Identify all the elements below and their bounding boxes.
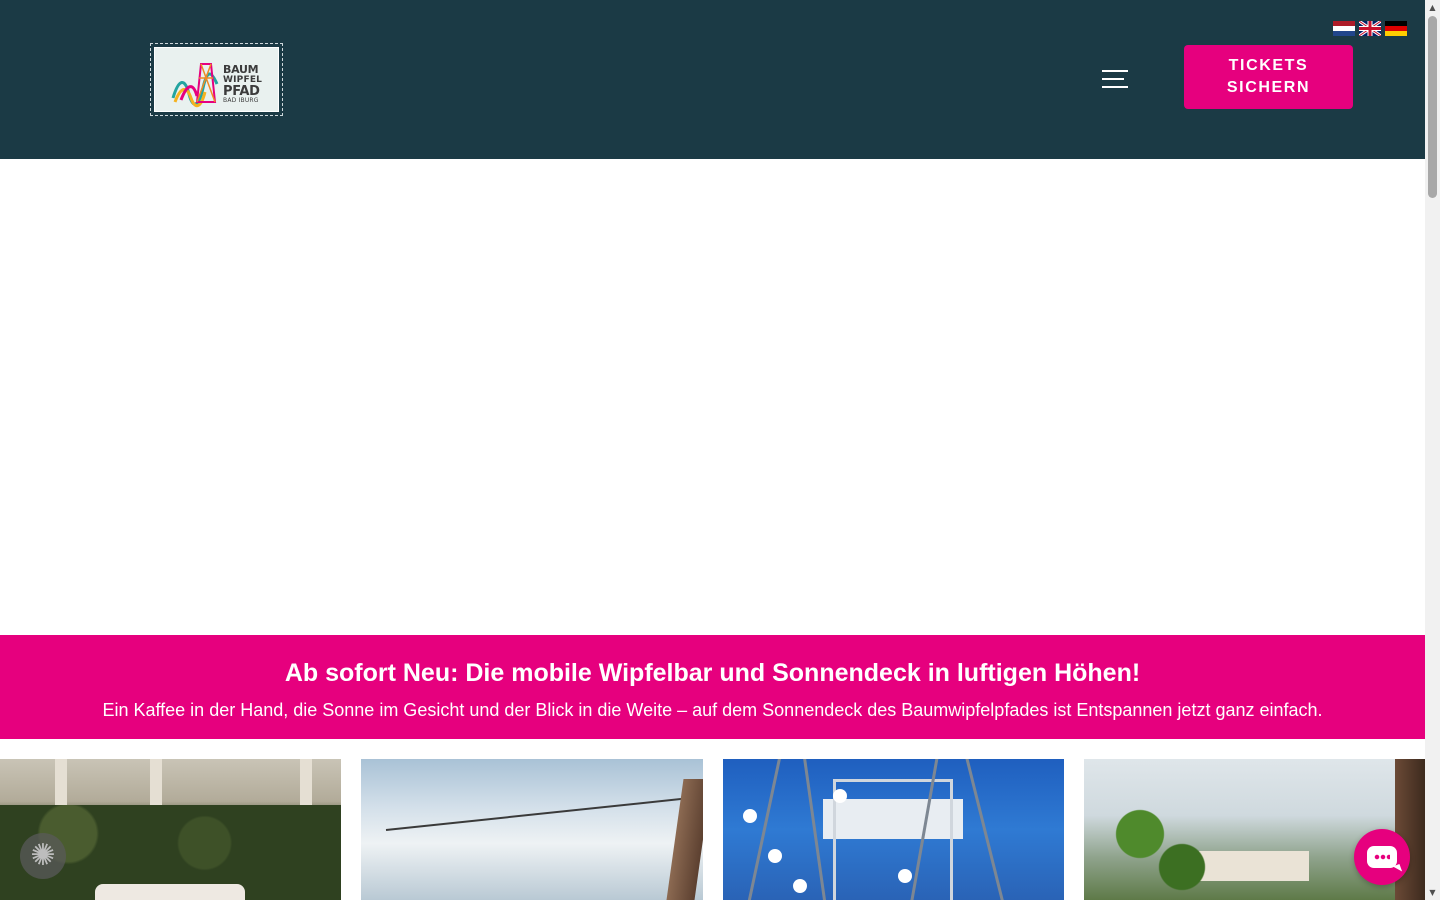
image-gallery	[0, 759, 1425, 900]
logo-line-3: PFAD	[223, 84, 260, 99]
logo-wordmark: BAUM WIPFEL PFAD BAD IBURG	[223, 64, 262, 104]
flag-germany-icon[interactable]	[1385, 21, 1407, 36]
tower-strut	[963, 759, 1006, 900]
blossom	[743, 809, 757, 823]
hamburger-bar	[1102, 78, 1124, 80]
foliage	[1084, 790, 1224, 900]
flag-uk-icon[interactable]	[1359, 21, 1381, 36]
logo: BAUM WIPFEL PFAD BAD IBURG	[154, 47, 279, 112]
hamburger-bar	[1102, 86, 1128, 88]
gallery-image-tower-blossoms[interactable]	[723, 759, 1064, 900]
blossom	[833, 789, 847, 803]
blossom	[898, 869, 912, 883]
blossom	[793, 879, 807, 893]
lounge-cushion	[95, 884, 245, 900]
tickets-button-line-2: SICHERN	[1226, 79, 1311, 96]
blossom	[768, 849, 782, 863]
logo-link[interactable]: BAUM WIPFEL PFAD BAD IBURG	[150, 43, 283, 116]
vertical-scrollbar[interactable]: ▲ ▼	[1425, 0, 1440, 900]
site-header: BAUM WIPFEL PFAD BAD IBURG TICKETS SICHE…	[0, 0, 1425, 159]
hamburger-menu-icon[interactable]	[1102, 68, 1128, 92]
banner-title: Ab sofort Neu: Die mobile Wipfelbar und …	[284, 659, 1141, 687]
logo-line-1: BAUM	[223, 63, 259, 76]
tickets-button-line-1: TICKETS	[1228, 57, 1309, 74]
chat-button[interactable]	[1354, 829, 1410, 885]
tower-frame	[833, 779, 953, 900]
scrollbar-thumb[interactable]	[1428, 16, 1437, 198]
wall-edge	[666, 779, 703, 900]
hero-area	[0, 159, 1425, 635]
gallery-image-lounge[interactable]	[0, 759, 341, 900]
page: BAUM WIPFEL PFAD BAD IBURG TICKETS SICHE…	[0, 0, 1440, 900]
scroll-up-arrow-icon[interactable]: ▲	[1425, 0, 1440, 15]
chat-bubble-icon	[1367, 846, 1397, 868]
language-switcher	[1333, 21, 1407, 36]
announcement-banner: Ab sofort Neu: Die mobile Wipfelbar und …	[0, 635, 1425, 739]
cookie-settings-button[interactable]: ✺	[20, 833, 66, 879]
tickets-button[interactable]: TICKETS SICHERN	[1184, 45, 1353, 109]
scroll-down-arrow-icon[interactable]: ▼	[1425, 885, 1440, 900]
flag-netherlands-icon[interactable]	[1333, 21, 1355, 36]
banner-text: Ein Kaffee in der Hand, die Sonne im Ges…	[102, 700, 1323, 720]
cable	[385, 794, 703, 831]
tower-strut	[746, 759, 783, 900]
gallery-image-sky-view[interactable]	[361, 759, 703, 900]
gear-icon: ✺	[30, 838, 56, 873]
logo-mark-icon	[171, 63, 219, 108]
hamburger-bar	[1102, 70, 1128, 72]
logo-line-4: BAD IBURG	[223, 97, 259, 104]
chat-dots	[1374, 854, 1390, 860]
